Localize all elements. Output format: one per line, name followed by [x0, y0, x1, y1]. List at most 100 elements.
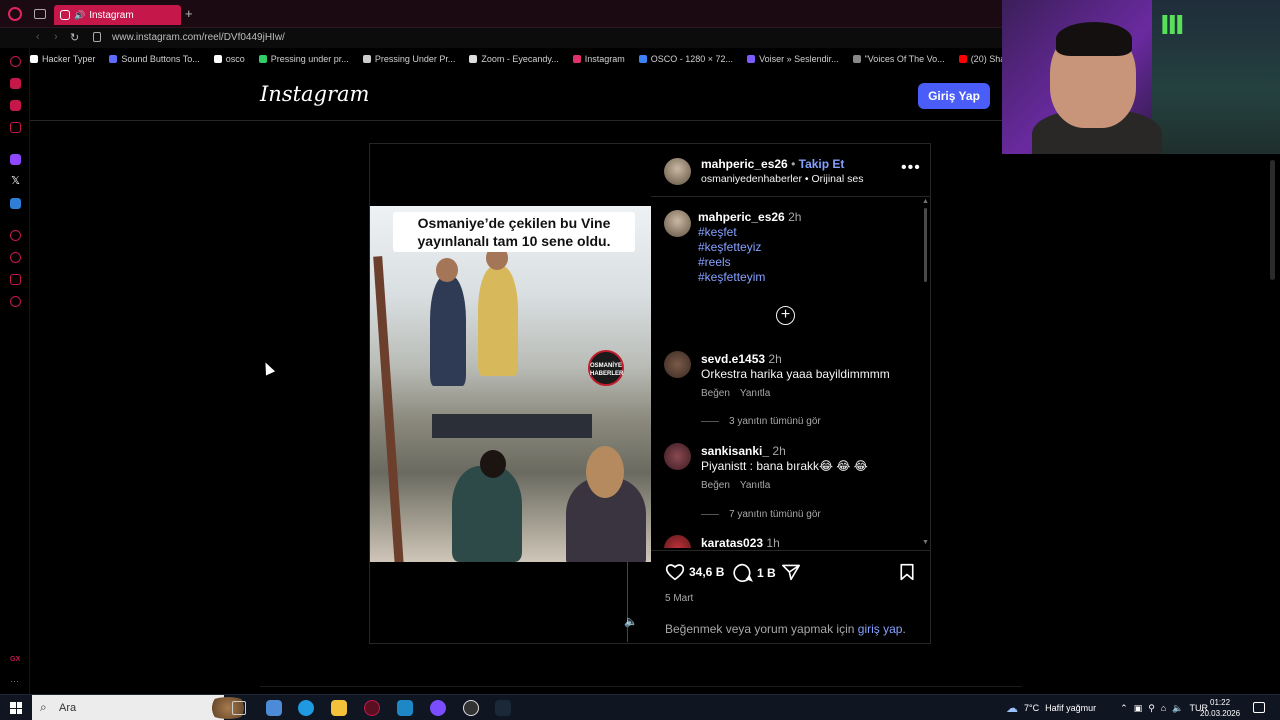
comment-username[interactable]: karatas023 — [701, 536, 763, 548]
follow-button[interactable]: Takip Et — [799, 157, 845, 171]
comment-reply-button[interactable]: Yanıtla — [740, 388, 770, 399]
bookmark-item[interactable]: Sound Buttons To... — [109, 54, 200, 64]
view-replies[interactable]: 3 yanıtın tümünü gör — [701, 416, 821, 427]
translate-icon[interactable] — [10, 198, 21, 209]
comments-scrollbar[interactable] — [924, 208, 927, 282]
file-explorer-icon[interactable] — [331, 700, 347, 716]
bookmark-item[interactable]: Pressing Under Pr... — [362, 54, 455, 64]
player-icon[interactable] — [10, 230, 21, 241]
app-icon[interactable] — [266, 700, 282, 716]
chevron-up-icon[interactable]: ⌃ — [1120, 703, 1128, 714]
video-progress[interactable] — [627, 562, 628, 642]
reel-video[interactable]: Osmaniye’de çekilen bu Vine yayınlanalı … — [370, 144, 651, 643]
hashtag-link[interactable]: #keşfetteyim — [698, 270, 765, 284]
forward-icon[interactable]: › — [54, 31, 58, 43]
collab-username[interactable]: osmaniyedenhaberler — [701, 173, 802, 185]
x-icon[interactable]: 𝕏 — [10, 176, 21, 187]
comment-icon[interactable] — [733, 563, 753, 582]
comment-like-button[interactable]: Beğen — [701, 480, 730, 491]
login-link[interactable]: giriş yap — [858, 622, 903, 636]
audio-label[interactable]: Orijinal ses — [812, 173, 864, 185]
usb-icon[interactable]: ⚲ — [1148, 703, 1155, 714]
bookmark-item[interactable]: Hacker Typer — [30, 54, 95, 64]
bookmark-item[interactable]: Pressing under pr... — [258, 54, 349, 64]
avatar[interactable] — [664, 351, 691, 378]
page-scrollbar[interactable] — [1270, 160, 1275, 280]
news-icon[interactable] — [10, 122, 21, 133]
bookmark-item[interactable]: "Voices Of The Vo... — [852, 54, 945, 64]
more-icon[interactable]: ··· — [10, 676, 21, 687]
network-icon[interactable]: ⌂ — [1161, 703, 1166, 713]
share-action[interactable] — [781, 563, 801, 581]
opera-gx-icon[interactable] — [364, 700, 380, 716]
comment-reply-button[interactable]: Yanıtla — [740, 480, 770, 491]
settings-icon[interactable] — [10, 296, 21, 307]
weather-desc[interactable]: Hafif yağmur — [1045, 703, 1096, 713]
weather-temp[interactable]: 7°C — [1024, 703, 1039, 713]
app-tray-icon[interactable]: ▣ — [1134, 703, 1143, 714]
weather-icon[interactable]: ☁ — [1006, 701, 1018, 715]
comment-username[interactable]: sankisanki_ — [701, 444, 769, 458]
volume-icon[interactable]: 🔈 — [624, 615, 638, 628]
app-icon[interactable] — [397, 700, 413, 716]
login-button[interactable]: Giriş Yap — [918, 83, 990, 109]
hashtag-link[interactable]: #keşfetteyiz — [698, 240, 761, 254]
bookmark-item[interactable]: Zoom - Eyecandy... — [469, 54, 559, 64]
login-hint-suffix: . — [902, 622, 906, 636]
tab-island-icon[interactable] — [34, 9, 46, 19]
comment-action[interactable]: 1 B — [733, 563, 776, 582]
avatar[interactable] — [664, 443, 691, 470]
caption-username[interactable]: mahperic_es26 — [698, 210, 785, 224]
reload-icon[interactable]: ↻ — [70, 31, 79, 44]
avatar[interactable] — [664, 535, 691, 548]
taskbar-search[interactable]: ⌕ Ara — [32, 695, 252, 720]
history-icon[interactable] — [10, 252, 21, 263]
back-icon[interactable]: ‹ — [36, 31, 40, 43]
windows-start-icon[interactable] — [10, 702, 22, 714]
bookmark-icon[interactable] — [899, 563, 915, 581]
view-replies-label[interactable]: 7 yanıtın tümünü gör — [729, 509, 821, 520]
hashtag-link[interactable]: #keşfet — [698, 225, 737, 239]
notification-icon[interactable] — [1253, 702, 1265, 713]
load-more-comments-icon[interactable]: + — [776, 306, 795, 325]
bookmark-item[interactable]: Instagram — [572, 54, 625, 64]
more-options-icon[interactable]: ••• — [901, 159, 921, 177]
opera-logo-icon[interactable] — [8, 7, 22, 21]
hashtag-link[interactable]: #reels — [698, 255, 731, 269]
scroll-up-icon[interactable]: ▲ — [922, 198, 929, 205]
like-action[interactable]: 34,6 B — [665, 563, 724, 581]
scroll-down-icon[interactable]: ▼ — [922, 539, 929, 546]
bookmark-item[interactable]: Voiser » Seslendir... — [747, 54, 839, 64]
clock[interactable]: 01:22 20.03.2026 — [1200, 697, 1240, 719]
extensions-icon[interactable] — [10, 274, 21, 285]
comment-username[interactable]: sevd.e1453 — [701, 352, 765, 366]
task-view-icon[interactable] — [232, 701, 246, 715]
aria-icon[interactable] — [10, 56, 21, 67]
view-replies-label[interactable]: 3 yanıtın tümünü gör — [729, 416, 821, 427]
edge-icon[interactable] — [298, 700, 314, 716]
bookmark-item[interactable]: osco — [213, 54, 245, 64]
new-tab-button[interactable]: + — [185, 6, 193, 21]
author-username[interactable]: mahperic_es26 — [701, 157, 788, 171]
share-icon[interactable] — [781, 563, 801, 581]
instagram-logo[interactable]: Instagram — [260, 82, 369, 106]
steam-icon[interactable] — [495, 700, 511, 716]
avatar[interactable] — [664, 158, 691, 185]
gx-icon[interactable]: GX — [10, 656, 21, 667]
speaker-icon[interactable]: 🔊 — [74, 10, 85, 21]
comment-like-button[interactable]: Beğen — [701, 388, 730, 399]
tab-instagram[interactable]: 🔊 Instagram — [54, 5, 181, 25]
volume-icon[interactable]: 🔈 — [1172, 703, 1183, 714]
twitch-icon[interactable] — [10, 154, 21, 165]
messenger-icon[interactable] — [10, 100, 21, 111]
crypto-wallet-icon[interactable] — [10, 78, 21, 89]
app-icon[interactable] — [430, 700, 446, 716]
obs-icon[interactable] — [463, 700, 479, 716]
heart-icon[interactable] — [665, 563, 685, 581]
url-field[interactable]: www.instagram.com/reel/DVf0449jHIw/ — [112, 32, 285, 43]
avatar[interactable] — [664, 210, 691, 237]
save-action[interactable] — [899, 563, 915, 581]
bookmark-item[interactable]: OSCO - 1280 × 72... — [638, 54, 733, 64]
view-replies[interactable]: 7 yanıtın tümünü gör — [701, 509, 821, 520]
lock-icon[interactable] — [93, 32, 101, 42]
